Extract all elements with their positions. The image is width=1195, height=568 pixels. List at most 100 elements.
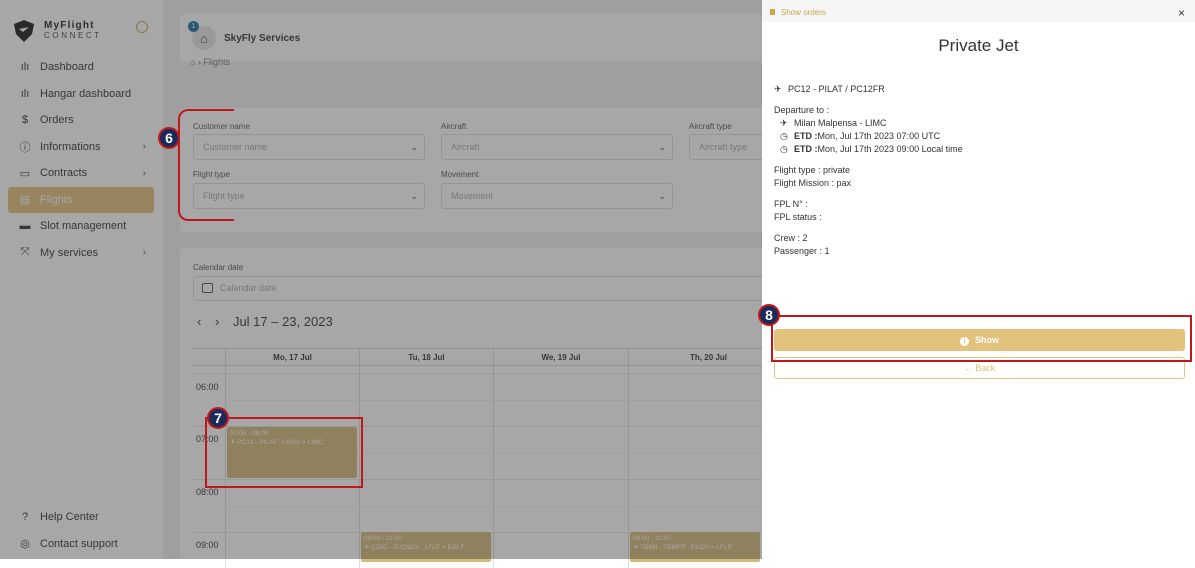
aircraft-type-placeholder: Aircraft type [699,142,748,152]
home-icon[interactable]: ⌂ [190,57,195,67]
annotation-box-8 [771,315,1192,362]
clock-icon: ◷ [780,131,788,141]
aircraft-row: ✈ PC12 - PILAT / PC12FR [774,84,885,95]
sidebar-item-hangar-dashboard[interactable]: ılı Hangar dashboard [8,81,154,108]
next-week-button[interactable]: › [215,314,219,329]
annotation-marker-8: 8 [758,304,780,326]
passenger-value: 1 [824,246,830,256]
orders-icon [770,9,775,15]
annotation-box-7 [205,417,363,488]
sidebar-item-orders[interactable]: $ Orders [8,107,154,134]
logo-shield-icon [14,20,34,42]
day-header: Th, 20 Jul [628,349,780,367]
aircraft-placeholder: Aircraft [451,142,480,152]
annotation-bracket-6 [178,109,234,221]
sidebar-item-label: Contracts [40,167,88,180]
breadcrumb-current: Flights [203,57,230,67]
week-navigator: ‹ › Jul 17 – 23, 2023 [197,314,343,329]
flight-event[interactable]: 09:00 - 11:00 ✈ C25C - D-CNOX : LFLP > E… [361,532,491,562]
chevron-down-icon: ⌄ [410,191,418,201]
calendar-date-label: Calendar date [193,263,244,272]
etd-local-value: Mon, Jul 17th 2023 09:00 Local time [817,144,963,154]
bar-chart-icon: ılı [20,61,30,74]
chevron-down-icon: ⌄ [410,142,418,152]
settings-icon[interactable] [136,21,148,33]
calendar-panel: Calendar date Calendar date ‹ › Jul 17 –… [180,248,780,568]
aircraft-select[interactable]: Aircraft ⌄ [441,134,673,160]
hour-label: 09:00 [196,540,219,550]
panel-title: Private Jet [938,36,1019,55]
movement-placeholder: Movement [451,191,494,201]
day-header: Mo, 17 Jul [225,349,359,367]
day-header: Tu, 18 Jul [359,349,493,367]
folder-icon: ▭ [19,167,31,180]
passenger-label: Passenger : [774,246,823,256]
logo-line1: MyFlight [44,20,95,31]
flight-type-row: Flight type : private [774,165,850,175]
event-title: ✈ TBM9 - TBMFR : EKCH > LFLP [633,544,732,551]
home-icon[interactable]: ⌂ 1 [188,21,216,50]
fpl-status-label: FPL status : [774,212,822,222]
notification-badge: 1 [188,21,199,32]
grid-line [628,366,629,568]
sidebar-item-label: Orders [40,114,74,127]
calendar-date-input[interactable]: Calendar date [193,276,780,301]
mission-row: Flight Mission : pax [774,178,851,188]
hour-label: 06:00 [196,382,219,392]
flight-event[interactable]: 09:00 - 11:00 ✈ TBM9 - TBMFR : EKCH > LF… [630,532,760,562]
crew-row: Crew : 2 [774,233,808,243]
app-logo[interactable]: MyFlight CONNECT [14,20,102,42]
chevron-down-icon: ⌄ [658,191,666,201]
mission-label: Flight Mission : [774,178,835,188]
day-header: We, 19 Jul [493,349,628,367]
sidebar-item-flights[interactable]: ▤ Flights [8,186,154,213]
flight-detail-panel: Show orders × Private Jet ✈ PC12 - PILAT … [762,0,1195,559]
sidebar-item-contact-support[interactable]: ◎ Contact support [8,531,154,558]
show-orders-label: Show orders [781,8,826,17]
briefcase-icon: ▤ [19,194,31,207]
sidebar-item-label: Contact support [40,537,118,550]
panel-top-bar: Show orders × [762,0,1195,22]
grid-line [193,373,780,374]
crew-value: 2 [802,233,808,243]
sidebar-item-label: Dashboard [40,61,94,74]
annotation-marker-6: 6 [158,127,180,149]
clock-icon: ◷ [780,144,788,154]
mission-value: pax [836,178,852,188]
top-bar: ⌂ 1 SkyFly Services [180,14,780,62]
calendar-header: Mo, 17 Jul Tu, 18 Jul We, 19 Jul Th, 20 … [193,348,780,367]
week-range: Jul 17 – 23, 2023 [232,314,333,329]
sidebar-item-label: Flights [40,193,73,206]
event-time: 09:00 - 11:00 [364,535,402,542]
lifebuoy-icon: ◎ [20,538,30,551]
airplane-icon: ✈ [780,118,788,128]
prev-week-button[interactable]: ‹ [197,314,201,329]
close-button[interactable]: × [1178,6,1185,20]
sidebar-item-label: Hangar dashboard [40,87,132,100]
company-name: SkyFly Services [224,32,301,44]
movement-label: Movement [441,170,479,179]
movement-select[interactable]: Movement ⌄ [441,183,673,209]
grid-line [493,366,494,568]
passenger-row: Passenger : 1 [774,246,830,256]
sidebar-item-label: Informations [40,140,101,153]
breadcrumb: ⌂ › Flights [190,57,230,67]
sidebar-item-dashboard[interactable]: ılı Dashboard [8,54,154,81]
sidebar: MyFlight CONNECT ılı Dashboard ılı Hanga… [0,0,163,559]
dollar-icon: $ [21,114,29,127]
sidebar-item-label: Slot management [40,220,127,233]
aircraft-value: PC12 - PILAT / PC12FR [788,84,885,94]
calendar-date-placeholder: Calendar date [220,283,277,293]
sidebar-item-contracts[interactable]: ▭ Contracts › [8,160,154,187]
sidebar-item-help-center[interactable]: ? Help Center [8,504,154,531]
sidebar-item-label: My services [40,246,99,259]
etd-utc-value: Mon, Jul 17th 2023 07:00 UTC [817,131,941,141]
sidebar-item-label: Help Center [40,511,99,524]
sidebar-item-informations[interactable]: ⓘ Informations › [8,134,154,161]
info-icon: ⓘ [19,141,31,154]
sidebar-item-my-services[interactable]: ⤧ My services › [8,240,154,267]
sidebar-item-slot-management[interactable]: ▬ Slot management [8,213,154,240]
hour-label: 08:00 [196,487,219,497]
back-button-label: Back [975,363,996,373]
show-orders-link[interactable]: Show orders [770,8,826,17]
